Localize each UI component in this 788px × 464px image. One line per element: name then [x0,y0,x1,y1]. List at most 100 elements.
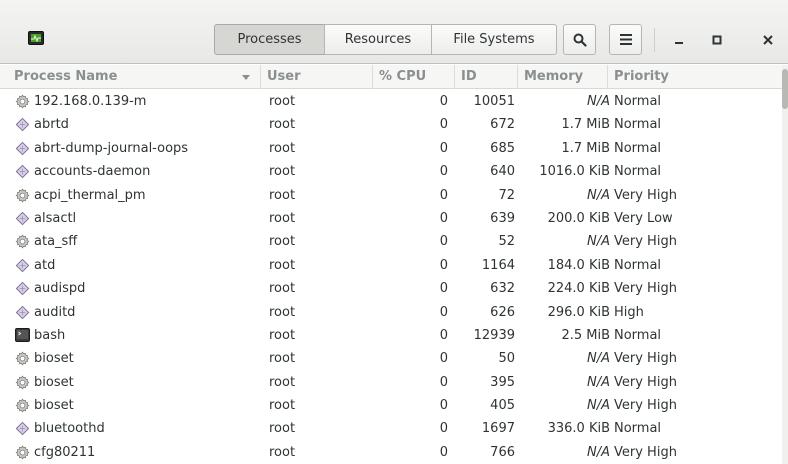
process-name: abrt-dump-journal-oops [34,140,189,156]
process-memory: N/A [587,398,610,414]
process-row[interactable]: atd root 0 1164 184.0 KiB Normal [0,254,782,277]
process-row[interactable]: bioset root 0 50 N/A Very High [0,347,782,370]
gear-icon [15,230,31,253]
column-header-user[interactable]: User [261,65,373,89]
process-cpu: 0 [439,164,448,180]
process-row[interactable]: bash root 0 12939 2.5 MiB Normal [0,324,782,347]
process-row[interactable]: acpi_thermal_pm root 0 72 N/A Very High [0,184,782,207]
process-cpu: 0 [439,234,448,250]
process-priority: High [614,304,644,320]
tab-processes[interactable]: Processes [214,24,325,55]
process-cpu: 0 [439,327,448,343]
process-user: root [269,351,296,367]
process-row[interactable]: bioset root 0 405 N/A Very High [0,394,782,417]
process-name: acpi_thermal_pm [34,187,146,203]
sort-descending-icon [242,75,250,80]
process-priority: Very High [614,444,677,460]
process-user: root [269,140,296,156]
process-name: ata_sff [34,234,78,250]
process-priority: Normal [614,94,662,109]
process-row[interactable]: alsactl root 0 639 200.0 KiB Very Low [0,207,782,230]
process-name: atd [34,257,56,273]
process-memory: 336.0 KiB [547,421,610,437]
process-user: root [269,327,296,343]
process-cpu: 0 [439,257,448,273]
process-memory: 1016.0 KiB [539,164,610,180]
process-priority: Normal [614,140,662,156]
column-header-priority[interactable]: Priority [608,65,782,89]
process-memory: 2.5 MiB [561,327,610,343]
process-name: bioset [34,374,74,390]
column-header-id[interactable]: ID [455,65,518,89]
process-row[interactable]: cfg80211 root 0 766 N/A Very High [0,441,782,464]
diamond-icon [15,254,31,277]
process-id: 1164 [481,257,515,273]
diamond-icon [15,417,31,440]
process-id: 640 [490,164,515,180]
process-row[interactable]: bioset root 0 395 N/A Very High [0,371,782,394]
process-user: root [269,257,296,273]
process-priority: Normal [614,164,662,180]
process-name: auditd [34,304,76,320]
hamburger-menu-icon [619,34,632,45]
column-header-memory[interactable]: Memory [518,65,608,89]
process-name: abrtd [34,117,69,133]
process-name: 192.168.0.139-m [34,94,147,109]
process-list: 192.168.0.139-m root 0 10051 N/A Normal abrtd r… [0,90,782,464]
diamond-icon [15,207,31,230]
process-memory: 200.0 KiB [547,210,610,226]
close-button[interactable] [754,26,782,54]
process-memory: 224.0 KiB [547,281,610,297]
scrollbar-thumb[interactable] [782,69,788,109]
gear-icon [15,90,31,113]
process-user: root [269,374,296,390]
column-header-cpu[interactable]: % CPU [373,65,455,89]
process-priority: Normal [614,327,662,343]
column-header-process-name-label: Process Name [14,69,118,84]
process-row[interactable]: abrt-dump-journal-oops root 0 685 1.7 MiB Nor… [0,137,782,160]
gear-icon [15,394,31,417]
process-memory: N/A [587,374,610,390]
gear-icon [15,371,31,394]
process-cpu: 0 [439,210,448,226]
process-name: accounts-daemon [34,164,151,180]
process-user: root [269,421,296,437]
process-row[interactable]: auditd root 0 626 296.0 KiB High [0,301,782,324]
maximize-button[interactable] [703,26,731,54]
minimize-button[interactable] [665,26,693,54]
process-cpu: 0 [439,304,448,320]
process-priority: Normal [614,257,662,273]
tab-resources[interactable]: Resources [324,24,432,55]
process-cpu: 0 [439,374,448,390]
process-row[interactable]: abrtd root 0 672 1.7 MiB Normal [0,113,782,136]
search-button[interactable] [563,24,596,55]
process-priority: Very Low [614,210,673,226]
process-priority: Normal [614,421,662,437]
process-cpu: 0 [439,398,448,414]
process-row[interactable]: ata_sff root 0 52 N/A Very High [0,230,782,253]
process-id: 12939 [473,327,515,343]
process-id: 10051 [473,94,515,109]
gear-icon [15,441,31,464]
process-row[interactable]: bluetoothd root 0 1697 336.0 KiB Normal [0,417,782,440]
process-name: audispd [34,281,86,297]
process-user: root [269,187,296,203]
header-separator [654,28,655,52]
tab-file-systems[interactable]: File Systems [431,24,557,55]
process-row[interactable]: 192.168.0.139-m root 0 10051 N/A Normal [0,90,782,113]
process-row[interactable]: audispd root 0 632 224.0 KiB Very High [0,277,782,300]
diamond-icon [15,137,31,160]
process-priority: Very High [614,351,677,367]
system-monitor-app-icon [28,31,44,45]
process-row[interactable]: accounts-daemon root 0 640 1016.0 KiB Normal [0,160,782,183]
column-header-process-name[interactable]: Process Name [8,65,261,89]
close-icon [763,35,773,45]
process-id: 405 [490,398,515,414]
process-cpu: 0 [439,117,448,133]
process-cpu: 0 [439,187,448,203]
process-memory: N/A [587,234,610,250]
vertical-scrollbar[interactable] [782,65,788,464]
process-memory: N/A [587,444,610,460]
menu-button[interactable] [609,24,642,55]
process-cpu: 0 [439,444,448,460]
